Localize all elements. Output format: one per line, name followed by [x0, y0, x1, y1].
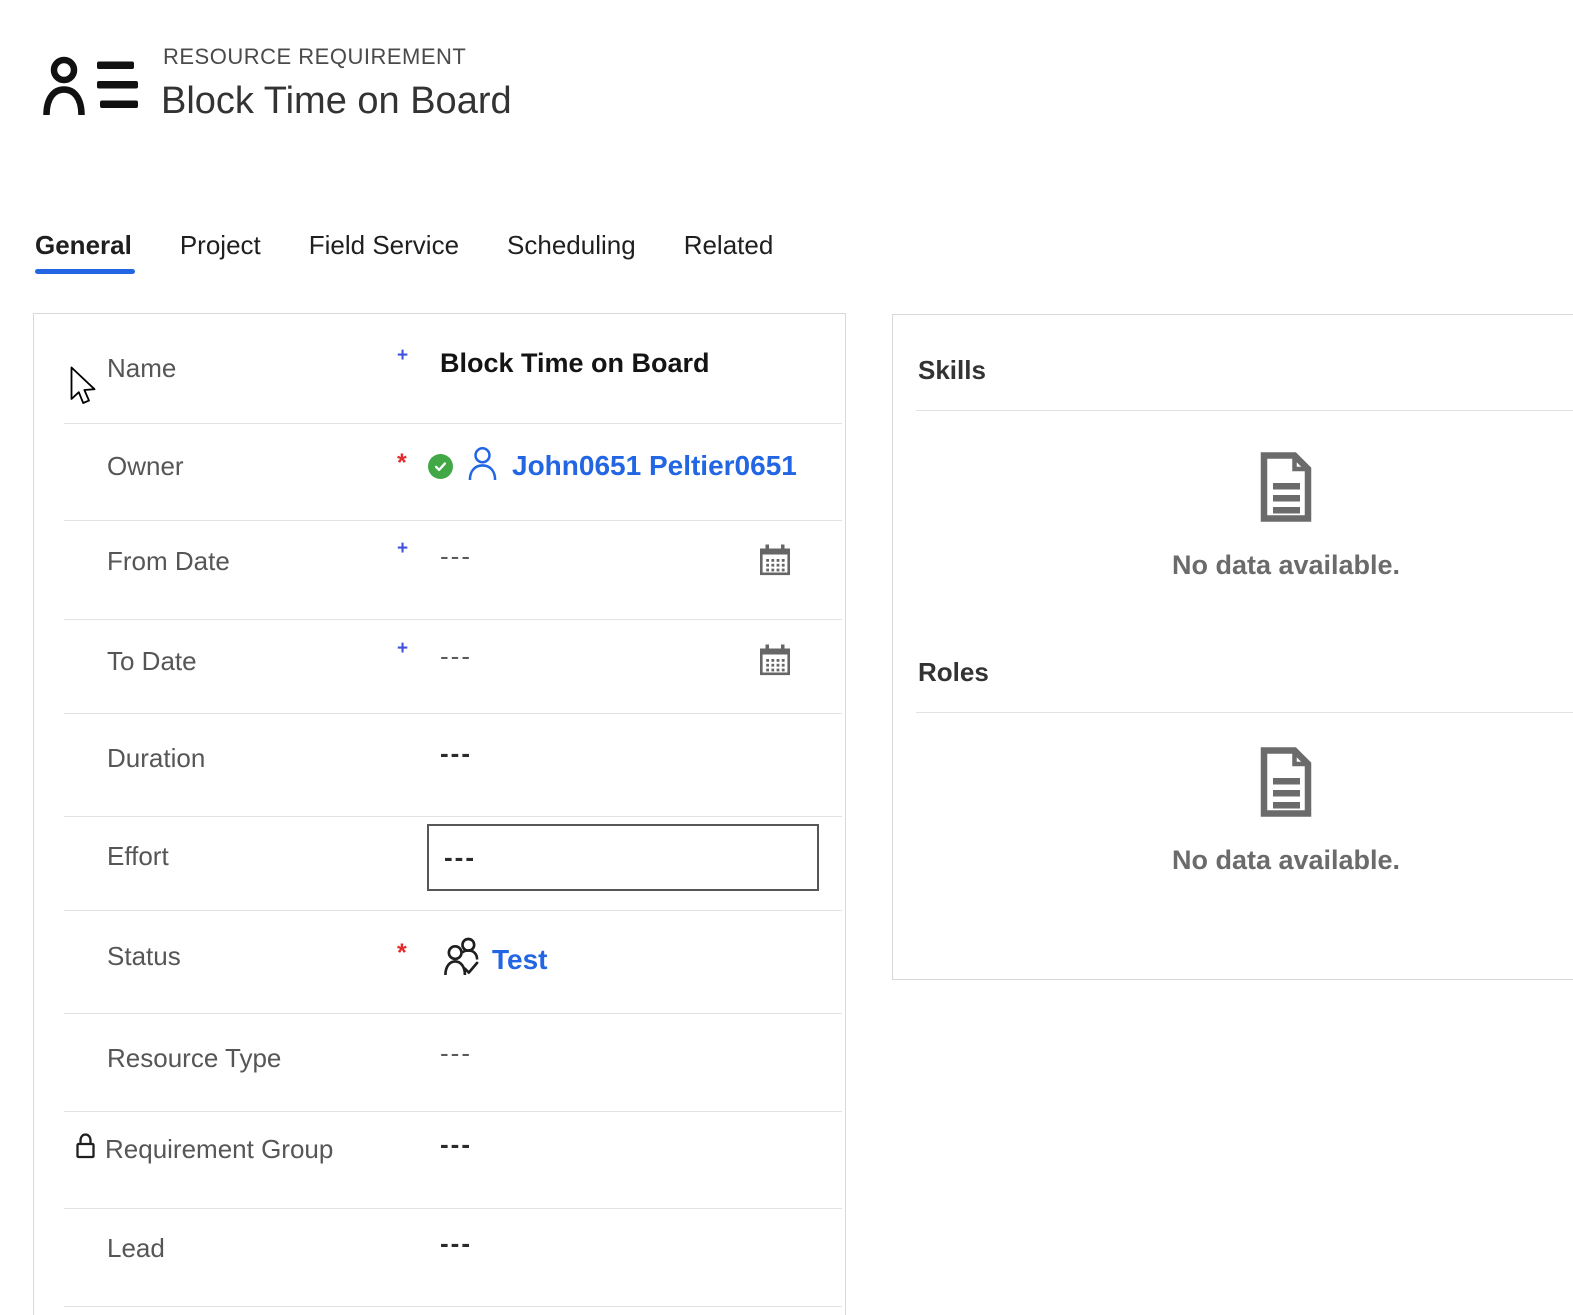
empty-value[interactable]: ---	[440, 1228, 472, 1259]
field-label: Lead	[107, 1233, 165, 1263]
owner-link[interactable]: John0651 Peltier0651	[512, 450, 797, 482]
field-value-lead[interactable]: ---	[440, 1228, 472, 1259]
field-value-status[interactable]: Test	[443, 937, 548, 983]
section-divider	[916, 712, 1573, 713]
form-row-name: Name + Block Time on Board	[34, 314, 845, 424]
row-divider	[64, 1306, 842, 1307]
field-value-resource-type[interactable]: ---	[440, 1038, 472, 1069]
form-row-status: Status * Test	[34, 911, 845, 1014]
resource-requirement-page: RESOURCE REQUIREMENT Block Time on Board…	[0, 0, 1573, 1315]
name-value[interactable]: Block Time on Board	[440, 348, 710, 379]
section-title-roles: Roles	[918, 657, 989, 687]
empty-value[interactable]: ---	[440, 1038, 472, 1069]
effort-value[interactable]: ---	[444, 842, 476, 873]
tab-project[interactable]: Project	[180, 230, 261, 274]
field-value-owner[interactable]: John0651 Peltier0651	[428, 446, 797, 486]
field-label: To Date	[107, 646, 197, 676]
tab-field-service[interactable]: Field Service	[309, 230, 459, 274]
form-row-lead: Lead ---	[34, 1209, 845, 1307]
form-tabs: General Project Field Service Scheduling Rel…	[35, 230, 773, 274]
people-check-icon	[443, 937, 480, 983]
field-label: Duration	[107, 743, 206, 773]
field-value-requirement-group[interactable]: ---	[440, 1129, 472, 1160]
field-label: Requirement Group	[105, 1134, 334, 1164]
form-row-effort: Effort ---	[34, 817, 845, 911]
field-label: Owner	[107, 451, 184, 481]
verified-check-icon	[428, 453, 453, 479]
resource-requirement-icon	[43, 55, 138, 122]
field-label: Status	[107, 941, 181, 971]
status-link[interactable]: Test	[492, 944, 548, 976]
general-form-panel: Name + Block Time on Board Owner * John0651 P…	[33, 313, 846, 1315]
calendar-icon[interactable]	[758, 644, 792, 683]
page-title: Block Time on Board	[161, 80, 512, 122]
field-value-from-date[interactable]: ---	[440, 541, 472, 572]
form-row-duration: Duration ---	[34, 714, 845, 817]
empty-value[interactable]: ---	[440, 738, 472, 769]
recommended-marker: +	[397, 638, 409, 659]
required-marker: *	[397, 449, 407, 477]
form-row-to-date: To Date + ---	[34, 620, 845, 714]
empty-value[interactable]: ---	[440, 541, 472, 572]
recommended-marker: +	[397, 538, 409, 559]
empty-state-roles: No data available.	[893, 747, 1573, 876]
person-icon	[467, 446, 498, 486]
lock-icon	[74, 1132, 97, 1164]
skills-roles-panel: Skills No data available. Roles No data ava…	[892, 314, 1573, 980]
field-label: Effort	[107, 841, 169, 871]
field-label: Name	[107, 353, 177, 383]
field-value-name[interactable]: Block Time on Board	[440, 348, 710, 379]
empty-message: No data available.	[1171, 550, 1401, 580]
field-value-to-date[interactable]: ---	[440, 641, 472, 672]
field-value-duration[interactable]: ---	[440, 738, 472, 769]
field-label: Resource Type	[107, 1043, 282, 1073]
calendar-icon[interactable]	[758, 544, 792, 583]
section-title-skills: Skills	[918, 355, 986, 385]
form-row-owner: Owner * John0651 Peltier0651	[34, 424, 845, 521]
form-row-from-date: From Date + ---	[34, 521, 845, 620]
entity-type-label: RESOURCE REQUIREMENT	[163, 44, 467, 69]
section-divider	[916, 410, 1573, 411]
empty-state-skills: No data available.	[893, 452, 1573, 581]
field-label: From Date	[107, 546, 230, 576]
form-row-resource-type: Resource Type ---	[34, 1014, 845, 1112]
empty-value[interactable]: ---	[440, 1129, 472, 1160]
empty-message: No data available.	[1171, 845, 1401, 875]
tab-general[interactable]: General	[35, 230, 135, 274]
empty-value[interactable]: ---	[440, 641, 472, 672]
required-marker: *	[397, 939, 407, 967]
effort-input[interactable]: ---	[427, 824, 819, 891]
tab-related[interactable]: Related	[684, 230, 774, 274]
form-row-requirement-group: Requirement Group ---	[34, 1112, 845, 1209]
tab-scheduling[interactable]: Scheduling	[507, 230, 636, 274]
recommended-marker: +	[397, 345, 409, 366]
